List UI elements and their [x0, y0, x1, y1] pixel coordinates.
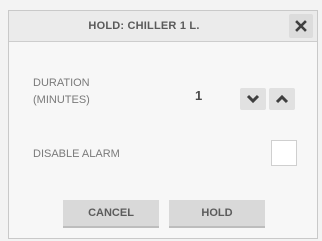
dialog-title-bar: HOLD: CHILLER 1 L.	[9, 11, 317, 42]
close-button[interactable]	[289, 14, 313, 38]
close-icon	[295, 20, 307, 32]
dialog-title: HOLD: CHILLER 1 L.	[88, 20, 200, 32]
duration-increment-button[interactable]	[269, 88, 295, 110]
chevron-down-icon	[246, 94, 260, 104]
chevron-up-icon	[275, 94, 289, 104]
duration-label-line1: DURATION	[33, 77, 90, 89]
hold-dialog: HOLD: CHILLER 1 L. DURATION (MINUTES) 1 …	[8, 10, 318, 239]
disable-alarm-checkbox[interactable]	[271, 140, 297, 166]
duration-label: DURATION (MINUTES)	[33, 75, 133, 109]
duration-label-line2: (MINUTES)	[33, 94, 90, 106]
duration-decrement-button[interactable]	[240, 88, 266, 110]
cancel-button[interactable]: CANCEL	[63, 200, 159, 228]
duration-value: 1	[195, 88, 203, 103]
disable-alarm-label: DISABLE ALARM	[33, 148, 120, 160]
hold-button[interactable]: HOLD	[169, 200, 265, 228]
